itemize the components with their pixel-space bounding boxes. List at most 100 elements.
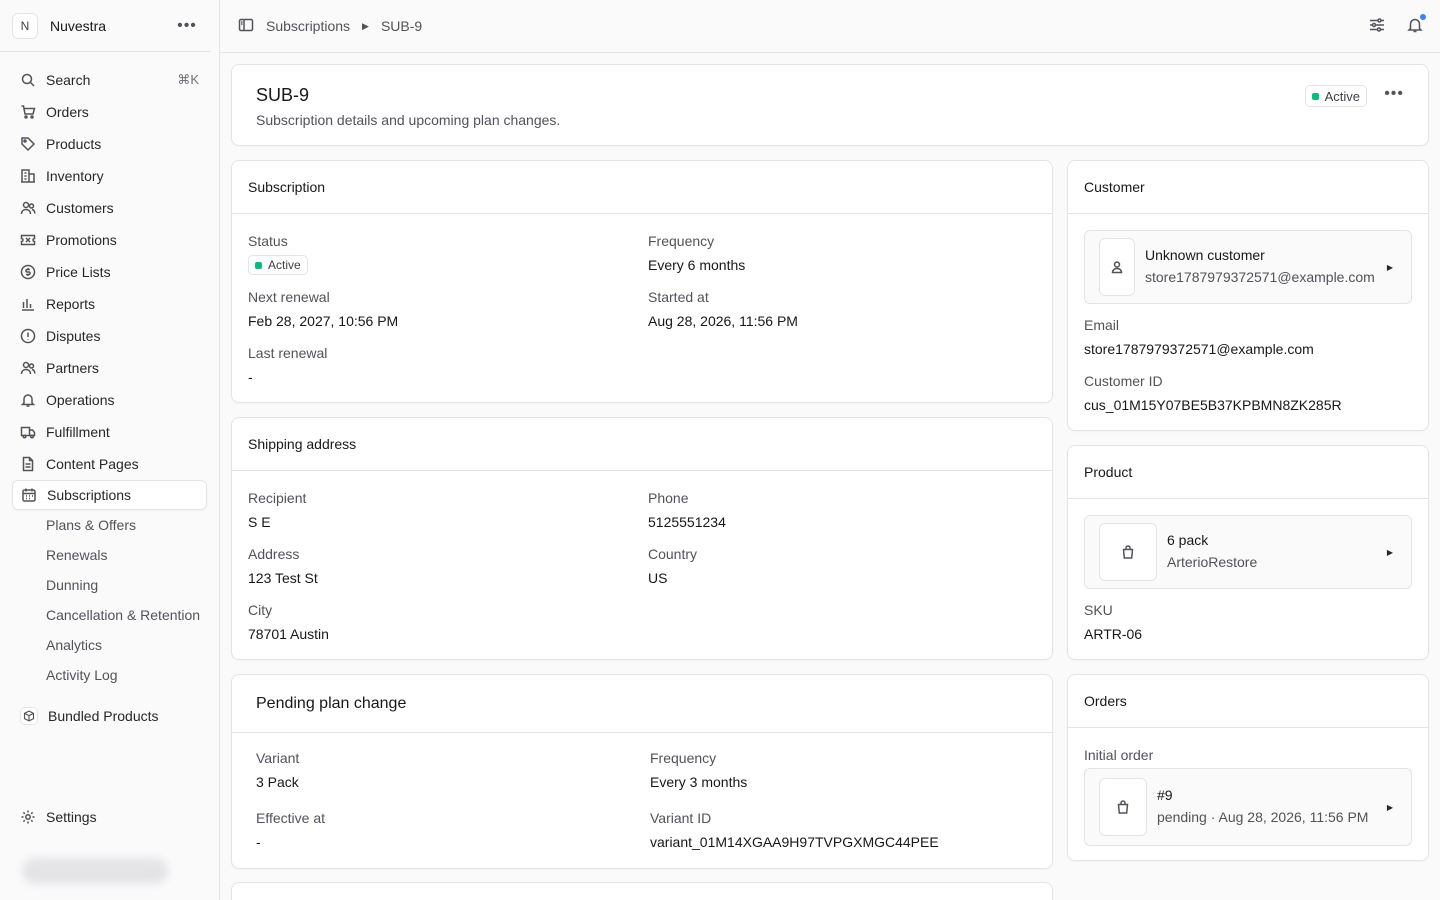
filters-icon[interactable] [1368,16,1386,37]
field-label: Initial order [1084,747,1154,763]
sidebar-item-label: Operations [46,392,115,408]
truck-icon [20,424,36,440]
more-actions-button[interactable]: ••• [1384,85,1404,103]
gear-icon [20,809,36,825]
field-effective-at: Effective at - [256,810,325,850]
sidebar-subitem-plans-offers[interactable]: Plans & Offers [12,510,207,540]
card-title: Subscription [232,161,1052,214]
field-label: Phone [648,490,689,506]
sidebar-subitem-activity-log[interactable]: Activity Log [12,660,207,690]
status-text: Active [1324,88,1360,104]
sidebar-subitem-renewals[interactable]: Renewals [12,540,207,570]
card-title: Orders [1068,675,1428,728]
product-link[interactable]: 6 pack ArterioRestore ▶ [1084,515,1412,589]
product-name: 6 pack [1167,532,1209,548]
status-text: Active [268,258,301,272]
more-icon[interactable]: ••• [175,17,199,35]
field-value: Feb 28, 2027, 10:56 PM [248,313,399,329]
customer-name: Unknown customer [1145,247,1265,263]
status-badge: Active [1304,85,1367,107]
user-menu[interactable] [22,858,168,884]
sidebar-item-reports[interactable]: Reports [12,288,207,320]
sidebar-toggle-icon[interactable] [238,17,254,36]
sidebar-item-content-pages[interactable]: Content Pages [12,448,207,480]
card-title: Customer [1068,161,1428,214]
sidebar-item-price-lists[interactable]: Price Lists [12,256,207,288]
subscription-card: Subscription Status Active Frequency Eve… [231,160,1053,403]
user-icon [1099,238,1135,296]
field-value: 5125551234 [648,514,726,530]
search-icon [20,72,36,88]
chevron-right-icon: ▶ [1386,262,1394,272]
field-variant-id: Variant ID variant_01M14XGAA9H97TVPGXMGC… [650,810,939,850]
sidebar-item-search[interactable]: Search ⌘K [12,64,207,96]
top-actions [1368,14,1426,37]
sidebar: N Nuvestra ••• Search ⌘K Orders Products… [0,0,220,900]
customer-link[interactable]: Unknown customer store1787979372571@exam… [1084,230,1412,304]
page-title: SUB-9 [256,85,310,105]
product-brand: ArterioRestore [1167,554,1258,570]
sidebar-item-operations[interactable]: Operations [12,384,207,416]
sidebar-item-label: Orders [46,104,89,120]
sidebar-item-label: Products [46,136,102,152]
bar-chart-icon [20,296,36,312]
field-label: Variant [256,750,300,766]
sidebar-item-label: Price Lists [46,264,111,280]
field-customer-id: Customer ID cus_01M15Y07BE5B37KPBMN8ZK28… [1084,373,1342,413]
customer-card: Customer Unknown customer store178797937… [1067,160,1429,431]
breadcrumb-current: SUB-9 [380,18,423,34]
field-sku: SKU ARTR-06 [1084,602,1142,642]
store-name: Nuvestra [50,17,107,34]
field-city: City 78701 Austin [248,602,329,642]
shopping-bag-icon [1099,523,1157,581]
sidebar-subitem-cancellation-retention[interactable]: Cancellation & Retention [12,600,207,630]
sidebar-item-bundled-products[interactable]: Bundled Products [12,700,207,732]
sidebar-item-partners[interactable]: Partners [12,352,207,384]
card-title: Shipping address [232,418,1052,471]
product-card: Product 6 pack ArterioRestore ▶ SKU ARTR… [1067,445,1429,660]
field-label: Status [248,233,288,249]
sidebar-item-products[interactable]: Products [12,128,207,160]
topbar: Subscriptions ▶ SUB-9 [220,0,1440,53]
sidebar-item-promotions[interactable]: Promotions [12,224,207,256]
orders-card: Orders Initial order #9 pending · Aug 28… [1067,674,1429,861]
field-label: Customer ID [1084,373,1163,389]
next-card [231,882,1053,900]
sidebar-item-fulfillment[interactable]: Fulfillment [12,416,207,448]
sidebar-item-label: Inventory [46,168,104,184]
field-label: Next renewal [248,289,330,305]
chevron-right-icon: ▶ [1386,802,1394,812]
field-label: Address [248,546,300,562]
breadcrumb-subscriptions[interactable]: Subscriptions [266,18,350,34]
field-label: Frequency [650,750,717,766]
sidebar-item-settings[interactable]: Settings [12,801,207,833]
field-status: Status Active [248,233,308,275]
field-phone: Phone 5125551234 [648,490,726,530]
order-text: #9 pending · Aug 28, 2026, 11:56 PM [1157,787,1383,827]
field-value: - [256,834,261,850]
field-recipient: Recipient S E [248,490,306,530]
status-badge: Active [248,255,308,275]
field-email: Email store1787979372571@example.com [1084,317,1314,357]
bell-icon [20,392,36,408]
store-switcher[interactable]: N Nuvestra ••• [0,0,211,52]
page-header-card: SUB-9 Subscription details and upcoming … [231,64,1429,146]
field-frequency: Frequency Every 3 months [650,750,747,790]
field-label: Recipient [248,490,307,506]
sidebar-item-subscriptions[interactable]: Subscriptions [12,480,207,510]
sidebar-subitem-analytics[interactable]: Analytics [12,630,207,660]
field-frequency: Frequency Every 6 months [648,233,745,273]
sidebar-item-label: Fulfillment [46,424,110,440]
chevron-right-icon: ▶ [1386,547,1394,557]
sidebar-item-customers[interactable]: Customers [12,192,207,224]
sidebar-item-label: Customers [46,200,114,216]
notifications-button[interactable] [1406,14,1426,37]
field-value: Every 3 months [650,774,748,790]
sidebar-item-orders[interactable]: Orders [12,96,207,128]
page-subtitle: Subscription details and upcoming plan c… [256,112,561,128]
field-initial-order: Initial order [1084,747,1153,763]
sidebar-item-disputes[interactable]: Disputes [12,320,207,352]
sidebar-item-inventory[interactable]: Inventory [12,160,207,192]
order-link[interactable]: #9 pending · Aug 28, 2026, 11:56 PM ▶ [1084,768,1412,846]
sidebar-subitem-dunning[interactable]: Dunning [12,570,207,600]
